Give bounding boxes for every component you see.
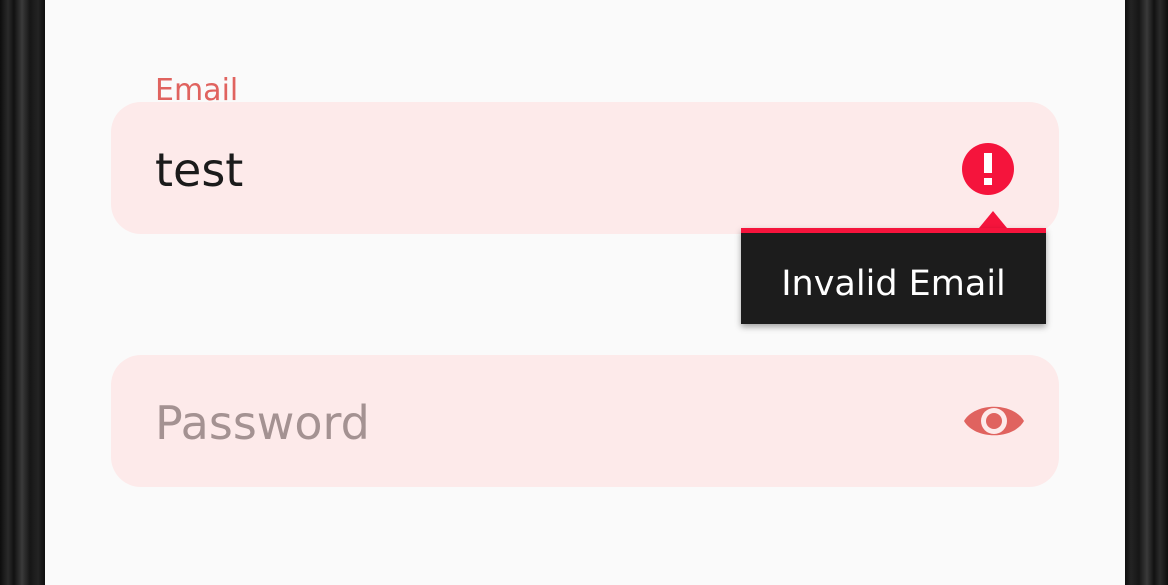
device-bezel-right <box>1125 0 1168 585</box>
error-exclamation-icon[interactable] <box>961 142 1015 196</box>
email-field[interactable]: test <box>111 102 1059 234</box>
email-field-label: Email <box>155 73 239 108</box>
email-input-value[interactable]: test <box>155 142 243 198</box>
login-form-screen: test Email Invalid Email Password <box>45 0 1125 585</box>
error-tooltip: Invalid Email <box>741 228 1046 324</box>
eye-icon[interactable] <box>963 399 1025 443</box>
device-bezel-left <box>0 0 45 585</box>
password-placeholder: Password <box>155 396 370 450</box>
password-field[interactable]: Password <box>111 355 1059 487</box>
error-tooltip-message: Invalid Email <box>781 264 1006 304</box>
tooltip-caret <box>979 211 1007 228</box>
